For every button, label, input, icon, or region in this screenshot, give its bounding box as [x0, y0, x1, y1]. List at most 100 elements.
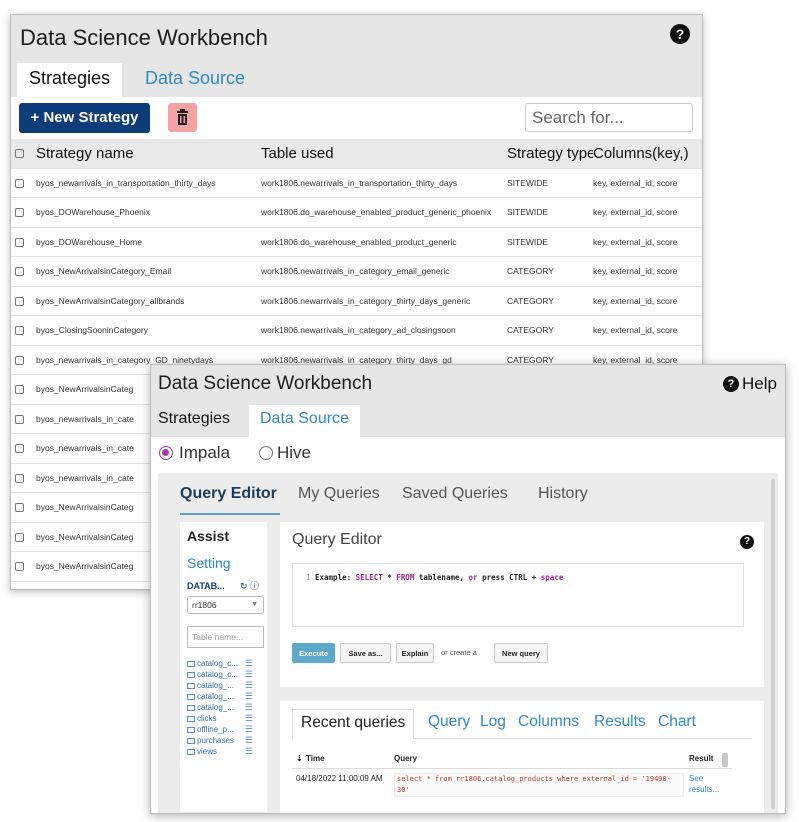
list-icon[interactable]: ☰	[245, 669, 253, 680]
tab-history[interactable]: History	[538, 485, 588, 503]
tab-recent-queries[interactable]: Recent queries	[292, 709, 415, 739]
list-item[interactable]: catalog_... ☰	[187, 680, 267, 691]
explain-button[interactable]: Explain	[396, 643, 434, 663]
column-header[interactable]: Strategy type	[507, 139, 593, 168]
list-icon[interactable]: ☰	[245, 658, 253, 669]
tab-setting[interactable]: Setting	[187, 555, 231, 571]
tab-bar: Strategies Data Source	[151, 405, 785, 437]
tab-data-source[interactable]: Data Source	[133, 63, 257, 97]
list-item[interactable]: catalog_... ☰	[187, 702, 267, 713]
column-header[interactable]: Table used	[261, 139, 507, 168]
row-select-cell	[11, 344, 36, 375]
table-icon	[187, 660, 195, 667]
tab-results[interactable]: Results	[594, 713, 646, 731]
strategy-name-cell: byos_NewArrivalsinCategory_allbrands	[36, 285, 261, 316]
checkbox-icon[interactable]	[15, 267, 24, 277]
table-icon	[187, 715, 195, 722]
checkbox-icon[interactable]	[15, 562, 24, 572]
execute-button[interactable]: Execute	[292, 643, 335, 663]
tab-chart[interactable]: Chart	[658, 713, 696, 731]
save-as-button[interactable]: Save as...	[340, 643, 391, 663]
table-name: catalog_...	[197, 692, 234, 701]
list-icon[interactable]: ☰	[245, 702, 253, 713]
table-row[interactable]: byos_newarrivals_in_transportation_thirt…	[11, 167, 702, 198]
row-select-cell	[11, 580, 36, 589]
help-icon[interactable]: ?	[740, 535, 754, 549]
table-row[interactable]: byos_NewArrivalsinCategory_Email work1806…	[11, 256, 702, 286]
data-source-window: Data Science Workbench ? Help Strategies…	[150, 364, 786, 814]
checkbox-icon[interactable]	[15, 208, 24, 218]
checkbox-icon[interactable]	[15, 326, 24, 336]
table-row[interactable]: byos_DOWarehouse_Home work1806.do_warehou…	[11, 226, 702, 257]
list-icon[interactable]: ☰	[245, 746, 253, 757]
impala-label[interactable]: Impala	[179, 443, 230, 463]
new-strategy-button[interactable]: + New Strategy	[19, 103, 150, 133]
list-item[interactable]: clicks ☰	[187, 713, 267, 724]
see-results-link[interactable]: See results...	[689, 773, 732, 795]
editor-tabs: Query Editor My Queries Saved Queries Hi…	[180, 485, 778, 515]
table-row[interactable]: byos_ClosingSooninCategory work1806.newar…	[11, 315, 702, 345]
help-button[interactable]: ? Help	[723, 374, 777, 394]
table-search-input[interactable]: Table name...	[187, 626, 264, 648]
checkbox-icon[interactable]	[15, 532, 24, 542]
checkbox-icon[interactable]	[15, 149, 24, 159]
scrollbar[interactable]	[771, 479, 775, 809]
tab-my-queries[interactable]: My Queries	[298, 485, 380, 503]
list-item[interactable]: catalog_... ☰	[187, 691, 267, 702]
checkbox-icon[interactable]	[15, 473, 24, 483]
refresh-icon[interactable]: ↻ ⓘ	[240, 579, 259, 592]
list-item[interactable]: catalog_c... ☰	[187, 658, 267, 669]
hive-radio[interactable]	[259, 446, 273, 460]
impala-radio[interactable]	[159, 446, 173, 460]
query-text[interactable]: select * from rr1806.catalog_products wh…	[394, 773, 684, 797]
tab-log[interactable]: Log	[480, 713, 506, 731]
column-header-query[interactable]: Query	[394, 754, 417, 763]
tab-query-editor[interactable]: Query Editor	[180, 485, 277, 503]
tab-query[interactable]: Query	[428, 713, 470, 731]
checkbox-icon[interactable]	[15, 414, 24, 424]
list-icon[interactable]: ☰	[245, 680, 253, 691]
list-item[interactable]: offline_p... ☰	[187, 724, 267, 735]
strategy-type-cell: CATEGORY	[507, 315, 593, 345]
checkbox-icon[interactable]	[15, 444, 24, 454]
tab-assist[interactable]: Assist	[187, 528, 229, 544]
scrollbar[interactable]	[722, 753, 728, 767]
help-icon[interactable]: ?	[670, 24, 690, 44]
list-item[interactable]: views ☰	[187, 746, 267, 757]
column-header-time[interactable]: Time	[306, 754, 325, 763]
delete-button[interactable]	[168, 103, 197, 132]
help-icon: ?	[723, 376, 740, 392]
tab-saved-queries[interactable]: Saved Queries	[402, 485, 508, 503]
checkbox-icon[interactable]	[15, 296, 24, 306]
tab-data-source[interactable]: Data Source	[249, 405, 360, 437]
checkbox-icon[interactable]	[15, 355, 24, 365]
tab-strategies[interactable]: Strategies	[17, 63, 123, 97]
list-icon[interactable]: ☰	[245, 691, 253, 702]
new-query-button[interactable]: New query	[494, 643, 548, 663]
sort-icon[interactable]: ⇣	[296, 754, 303, 763]
column-header[interactable]: Strategy name	[36, 139, 261, 168]
table-row[interactable]: byos_DOWarehouse_Phoenix work1806.do_ware…	[11, 197, 702, 227]
column-header[interactable]: Columns(key,)	[593, 139, 702, 168]
table-icon	[187, 748, 195, 755]
list-item[interactable]: catalog_c... ☰	[187, 669, 267, 680]
checkbox-icon[interactable]	[15, 178, 24, 188]
checkbox-icon[interactable]	[15, 385, 24, 395]
query-time: 04/18/2022 11:00:09 AM	[296, 774, 383, 783]
tab-strategies[interactable]: Strategies	[158, 405, 230, 437]
list-icon[interactable]: ☰	[245, 713, 253, 724]
table-row[interactable]: byos_NewArrivalsinCategory_allbrands work…	[11, 285, 702, 316]
list-item[interactable]: purchases ☰	[187, 735, 267, 746]
tab-columns[interactable]: Columns	[518, 713, 579, 731]
database-select[interactable]: rr1806 ▼	[187, 596, 264, 614]
columns-cell: key, external_id, score	[593, 167, 702, 198]
database-select-value: rr1806	[192, 600, 217, 610]
hive-label[interactable]: Hive	[277, 443, 311, 463]
column-header-result[interactable]: Result	[689, 754, 713, 763]
list-icon[interactable]: ☰	[245, 735, 253, 746]
search-input[interactable]: Search for...	[525, 103, 693, 132]
sql-editor[interactable]: 1 Example: SELECT * FROM tablename, or p…	[292, 563, 744, 627]
list-icon[interactable]: ☰	[245, 724, 253, 735]
checkbox-icon[interactable]	[15, 237, 24, 247]
checkbox-icon[interactable]	[15, 503, 24, 513]
